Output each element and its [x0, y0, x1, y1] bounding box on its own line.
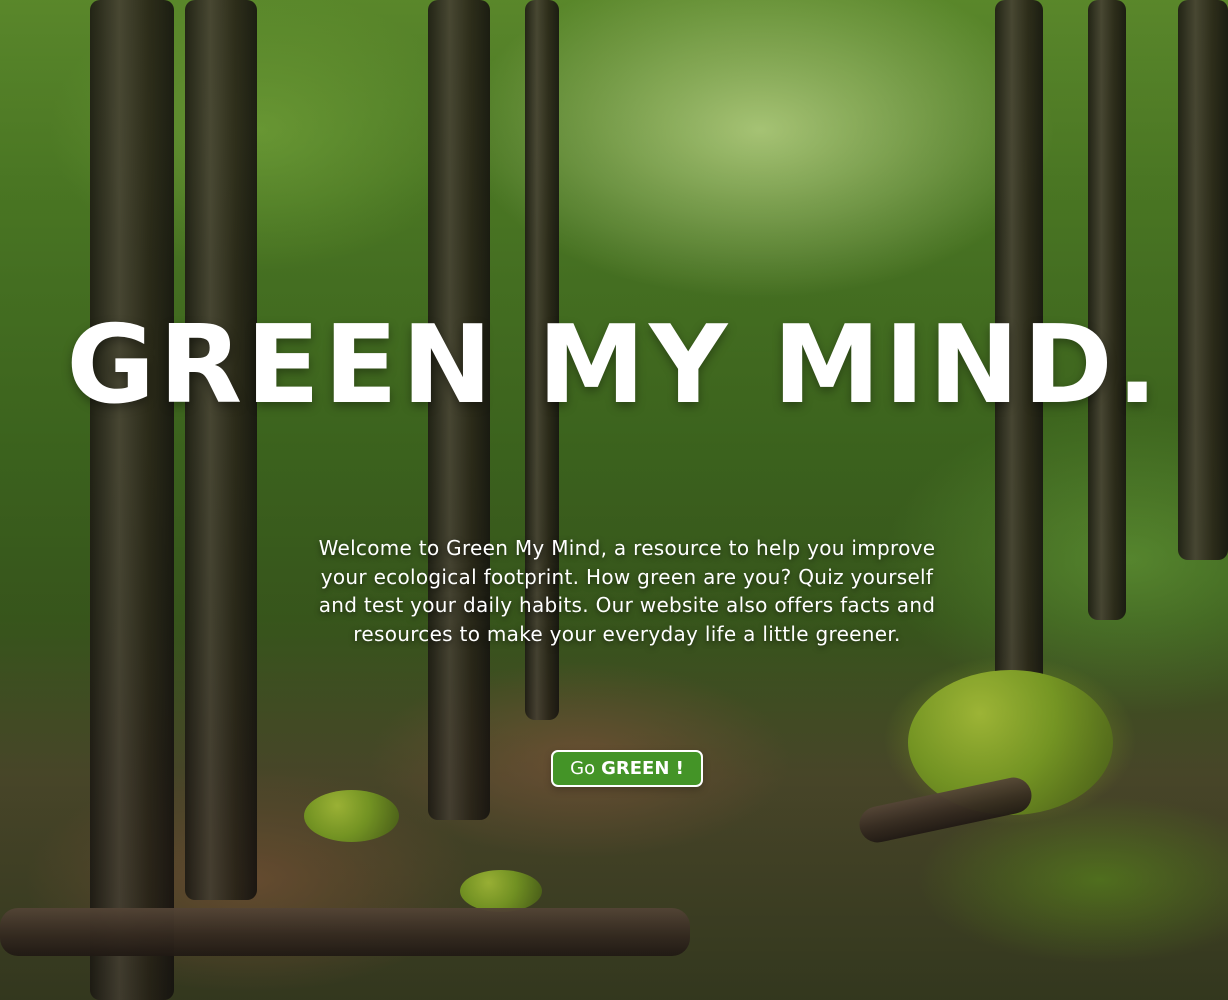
site-title: GREEN MY MIND. — [66, 303, 1162, 428]
go-green-prefix: Go — [570, 758, 596, 779]
hero-content: GREEN MY MIND. Welcome to Green My Mind,… — [0, 0, 1228, 1000]
hero-section: GREEN MY MIND. Welcome to Green My Mind,… — [0, 0, 1228, 1000]
go-green-emphasis: GREEN ! — [601, 758, 684, 779]
intro-text: Welcome to Green My Mind, a resource to … — [318, 536, 936, 646]
go-green-button[interactable]: Go GREEN ! — [551, 750, 703, 787]
